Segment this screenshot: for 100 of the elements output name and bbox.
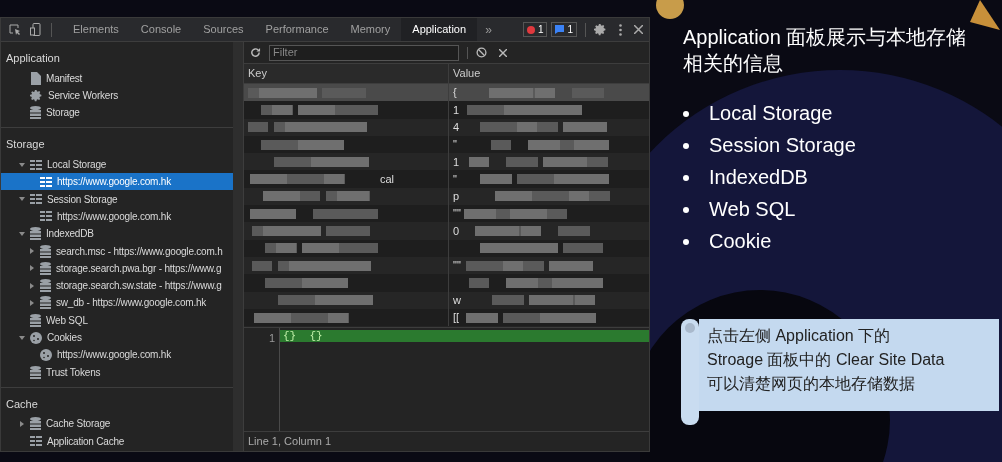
tree-item[interactable]: Application Cache: [1, 432, 233, 450]
value-text: 1: [453, 102, 460, 118]
filter-field[interactable]: Filter: [269, 44, 459, 61]
database-icon: [30, 106, 41, 120]
key-text: cal: [380, 171, 395, 187]
tree-item[interactable]: storage.search.sw.state - https://www.g: [1, 276, 233, 295]
value-text: ": [453, 171, 457, 187]
tree-item[interactable]: Cookies: [1, 328, 233, 347]
file-icon: [30, 71, 41, 85]
bullet-text: Web SQL: [709, 198, 796, 221]
tree-item[interactable]: https://www.google.com.hk: [1, 207, 233, 226]
database-icon: [40, 244, 51, 258]
item-label: Service Workers: [48, 88, 119, 103]
panel-tab[interactable]: Application: [401, 18, 478, 41]
database-icon: [30, 313, 41, 327]
caret-icon[interactable]: [29, 265, 35, 272]
tree-item[interactable]: Trust Tokens: [1, 363, 233, 381]
tree-item[interactable]: Session Storage: [1, 190, 233, 208]
panel-tab[interactable]: Sources: [192, 18, 255, 41]
error-icon: [526, 25, 535, 34]
grid-icon: [30, 436, 42, 447]
table-row[interactable]: {: [244, 84, 649, 102]
section-title: Cache: [5, 396, 39, 412]
caret-icon[interactable]: [19, 161, 25, 168]
table-row[interactable]: cal ": [244, 170, 649, 188]
tree-item[interactable]: Manifest: [1, 69, 233, 87]
panel-tab[interactable]: Console: [129, 18, 193, 41]
note-text: Stroage 面板中的 Clear Site Data: [707, 350, 946, 370]
bullet-icon: [683, 206, 689, 213]
tree-item[interactable]: storage.search.pwa.bgr - https://www.g: [1, 259, 233, 277]
caret-icon[interactable]: [29, 299, 35, 306]
grid-icon: [40, 176, 52, 187]
close-icon[interactable]: [634, 25, 643, 34]
message-icon: [555, 25, 565, 34]
value-text: p: [453, 189, 460, 205]
clear-all-icon[interactable]: [476, 47, 487, 58]
inspect-icon[interactable]: [9, 23, 21, 36]
bullet-icon: [683, 142, 689, 149]
tree-item[interactable]: IndexedDB: [1, 225, 233, 243]
message-count[interactable]: 1: [551, 22, 577, 37]
item-label: Local Storage: [47, 158, 107, 173]
item-label: storage.search.pwa.bgr - https://www.g: [56, 261, 222, 276]
value-text: 4: [453, 120, 460, 135]
caret-icon[interactable]: [29, 248, 35, 254]
item-label: https://www.google.com.hk: [57, 209, 171, 224]
item-label: Web SQL: [46, 313, 88, 328]
panel-tab[interactable]: Performance: [254, 18, 340, 41]
panel-tab[interactable]: Elements: [62, 18, 130, 41]
more-options-icon[interactable]: [619, 23, 622, 36]
column-header[interactable]: Key: [244, 64, 448, 83]
grid-icon: [30, 194, 42, 205]
tree-item[interactable]: search.msc - https://www.google.com.h: [1, 242, 233, 260]
item-label: Session Storage: [47, 192, 118, 207]
item-label: https://www.google.com.hk: [57, 175, 171, 190]
item-label: Storage: [46, 106, 80, 121]
caret-icon[interactable]: [19, 420, 25, 427]
item-label: sw_db - https://www.google.com.hk: [56, 296, 207, 311]
note-text: 可以清楚网页的本地存储数据: [707, 374, 916, 394]
item-label: https://www.google.com.hk: [57, 348, 171, 363]
delete-icon[interactable]: [499, 48, 507, 57]
item-label: IndexedDB: [46, 227, 94, 242]
item-label: Cookies: [47, 331, 82, 345]
value-text: [[: [453, 310, 460, 326]
database-icon: [40, 261, 51, 275]
line-number: 1: [268, 332, 275, 344]
note-text: 点击左侧 Application 下的: [707, 326, 892, 346]
table-row[interactable]: 1: [244, 101, 649, 119]
value-text: {: [453, 85, 457, 101]
tree-item[interactable]: https://www.google.com.hk: [1, 173, 233, 191]
table-row[interactable]: "": [244, 205, 649, 223]
count-text: 1: [537, 23, 544, 37]
tree-item[interactable]: Web SQL: [1, 311, 233, 329]
error-count[interactable]: 1: [522, 22, 548, 37]
column-header[interactable]: Value: [448, 64, 649, 83]
section-title: Application: [5, 51, 61, 66]
tree-item[interactable]: Storage: [1, 104, 233, 122]
database-icon: [40, 296, 51, 310]
tree-item[interactable]: Service Workers: [1, 86, 233, 105]
section-title: Storage: [5, 137, 46, 153]
database-icon: [30, 227, 41, 241]
database-icon: [40, 279, 51, 293]
count-text: 1: [567, 23, 573, 37]
tree-item[interactable]: https://www.google.com.hk: [1, 346, 233, 364]
tree-item[interactable]: Cache Storage: [1, 415, 233, 433]
bullet-icon: [683, 238, 689, 245]
database-icon: [30, 417, 41, 431]
caret-icon[interactable]: [19, 334, 25, 341]
caret-icon[interactable]: [19, 196, 25, 203]
item-label: Cache Storage: [46, 417, 111, 432]
tree-item[interactable]: sw_db - https://www.google.com.hk: [1, 294, 233, 312]
panel-tab[interactable]: Memory: [339, 18, 402, 41]
table-row[interactable]: [244, 274, 649, 292]
caret-icon[interactable]: [29, 282, 35, 289]
database-icon: [30, 365, 41, 379]
settings-icon[interactable]: [594, 23, 607, 36]
refresh-icon[interactable]: [250, 47, 261, 58]
tree-item[interactable]: Local Storage: [1, 155, 233, 174]
device-icon[interactable]: [30, 23, 41, 36]
more-tabs-button[interactable]: »: [477, 20, 500, 39]
caret-icon[interactable]: [19, 230, 25, 237]
